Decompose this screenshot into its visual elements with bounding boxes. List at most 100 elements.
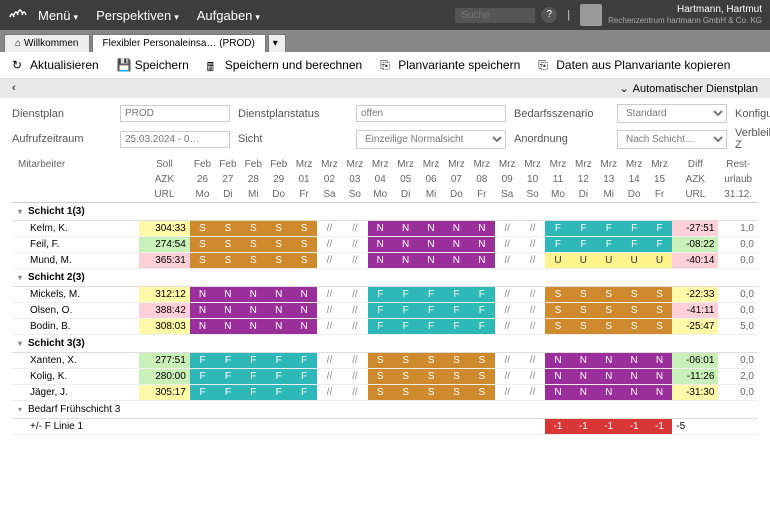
group-row[interactable]: Schicht 2(3) — [12, 269, 758, 287]
menu-item[interactable]: Aufgaben — [197, 8, 260, 23]
group-row[interactable]: Schicht 3(3) — [12, 335, 758, 353]
shift-cell[interactable]: S — [291, 253, 316, 269]
shift-cell[interactable]: S — [444, 353, 469, 369]
shift-cell[interactable]: N — [444, 237, 469, 253]
shift-cell[interactable]: // — [495, 303, 520, 319]
shift-cell[interactable]: S — [469, 353, 494, 369]
shift-cell[interactable]: F — [215, 385, 240, 401]
shift-cell[interactable]: N — [571, 369, 596, 385]
bedarf-header[interactable]: Bedarf Frühschicht 3 — [12, 401, 758, 419]
shift-cell[interactable]: F — [418, 287, 443, 303]
shift-cell[interactable]: S — [368, 353, 393, 369]
shift-cell[interactable]: S — [190, 221, 215, 237]
shift-cell[interactable]: N — [368, 237, 393, 253]
shift-cell[interactable]: S — [469, 369, 494, 385]
shift-cell[interactable]: N — [418, 237, 443, 253]
shift-cell[interactable]: N — [266, 287, 291, 303]
help-icon[interactable]: ? — [541, 7, 557, 23]
shift-cell[interactable]: S — [241, 237, 266, 253]
shift-cell[interactable]: N — [444, 253, 469, 269]
shift-cell[interactable]: S — [545, 303, 570, 319]
shift-cell[interactable]: // — [495, 353, 520, 369]
bedarf-cell[interactable] — [368, 419, 393, 435]
shift-cell[interactable]: N — [621, 353, 646, 369]
shift-cell[interactable]: // — [317, 221, 342, 237]
shift-cell[interactable]: // — [520, 237, 545, 253]
shift-cell[interactable]: // — [520, 221, 545, 237]
shift-cell[interactable]: // — [495, 319, 520, 335]
shift-cell[interactable]: S — [368, 385, 393, 401]
shift-cell[interactable]: F — [291, 369, 316, 385]
bedarf-cell[interactable] — [317, 419, 342, 435]
shift-cell[interactable]: F — [444, 287, 469, 303]
shift-cell[interactable]: N — [571, 385, 596, 401]
shift-cell[interactable]: // — [317, 385, 342, 401]
shift-cell[interactable]: F — [621, 237, 646, 253]
shift-cell[interactable]: // — [317, 353, 342, 369]
shift-cell[interactable]: S — [291, 221, 316, 237]
bedarf-cell[interactable] — [190, 419, 215, 435]
sicht-select[interactable]: Einzeilige Normalsicht — [356, 130, 506, 149]
menu-item[interactable]: Menü — [38, 8, 78, 23]
shift-cell[interactable]: F — [647, 221, 672, 237]
shift-cell[interactable]: S — [368, 369, 393, 385]
shift-cell[interactable]: S — [215, 253, 240, 269]
search-input[interactable] — [455, 8, 535, 23]
shift-cell[interactable]: U — [596, 253, 621, 269]
shift-cell[interactable]: S — [215, 237, 240, 253]
shift-cell[interactable]: S — [418, 353, 443, 369]
shift-cell[interactable]: F — [393, 287, 418, 303]
shift-cell[interactable]: // — [520, 369, 545, 385]
shift-cell[interactable]: S — [393, 369, 418, 385]
shift-cell[interactable]: F — [647, 237, 672, 253]
shift-cell[interactable]: N — [444, 221, 469, 237]
shift-cell[interactable]: S — [444, 369, 469, 385]
shift-cell[interactable]: F — [241, 369, 266, 385]
bedarf-cell[interactable] — [495, 419, 520, 435]
bedarf-cell[interactable] — [520, 419, 545, 435]
shift-cell[interactable]: S — [545, 287, 570, 303]
shift-cell[interactable]: N — [596, 353, 621, 369]
shift-cell[interactable]: F — [393, 319, 418, 335]
shift-cell[interactable]: // — [495, 237, 520, 253]
shift-cell[interactable]: F — [469, 319, 494, 335]
shift-cell[interactable]: N — [266, 319, 291, 335]
tab-welcome[interactable]: Willkommen — [4, 34, 90, 52]
shift-cell[interactable]: N — [469, 253, 494, 269]
shift-cell[interactable]: F — [190, 385, 215, 401]
shift-cell[interactable]: N — [215, 303, 240, 319]
shift-cell[interactable]: N — [545, 353, 570, 369]
status-input[interactable] — [356, 105, 506, 122]
shift-cell[interactable]: // — [520, 353, 545, 369]
shift-cell[interactable]: S — [621, 287, 646, 303]
bedarf-cell[interactable] — [215, 419, 240, 435]
shift-cell[interactable]: // — [342, 385, 367, 401]
shift-cell[interactable]: F — [596, 237, 621, 253]
shift-cell[interactable]: // — [495, 253, 520, 269]
tab-dropdown[interactable]: ▾ — [268, 34, 286, 52]
shift-cell[interactable]: // — [520, 385, 545, 401]
shift-cell[interactable]: F — [215, 353, 240, 369]
shift-cell[interactable]: N — [647, 353, 672, 369]
shift-cell[interactable]: N — [215, 287, 240, 303]
shift-cell[interactable]: U — [545, 253, 570, 269]
shift-cell[interactable]: N — [291, 319, 316, 335]
shift-cell[interactable]: S — [545, 319, 570, 335]
shift-cell[interactable]: S — [266, 237, 291, 253]
bedarf-cell[interactable] — [469, 419, 494, 435]
shift-cell[interactable]: // — [520, 287, 545, 303]
shift-cell[interactable]: N — [215, 319, 240, 335]
shift-cell[interactable]: S — [571, 319, 596, 335]
shift-cell[interactable]: F — [190, 353, 215, 369]
bedarf-cell[interactable] — [418, 419, 443, 435]
shift-cell[interactable]: N — [418, 253, 443, 269]
shift-cell[interactable]: F — [291, 353, 316, 369]
bedarf-cell[interactable]: -1 — [647, 419, 672, 435]
shift-cell[interactable]: F — [266, 369, 291, 385]
shift-cell[interactable]: F — [291, 385, 316, 401]
szenario-select[interactable]: Standard — [617, 104, 727, 123]
shift-cell[interactable]: N — [241, 303, 266, 319]
shift-cell[interactable]: N — [469, 237, 494, 253]
shift-cell[interactable]: N — [190, 287, 215, 303]
shift-cell[interactable]: S — [596, 319, 621, 335]
